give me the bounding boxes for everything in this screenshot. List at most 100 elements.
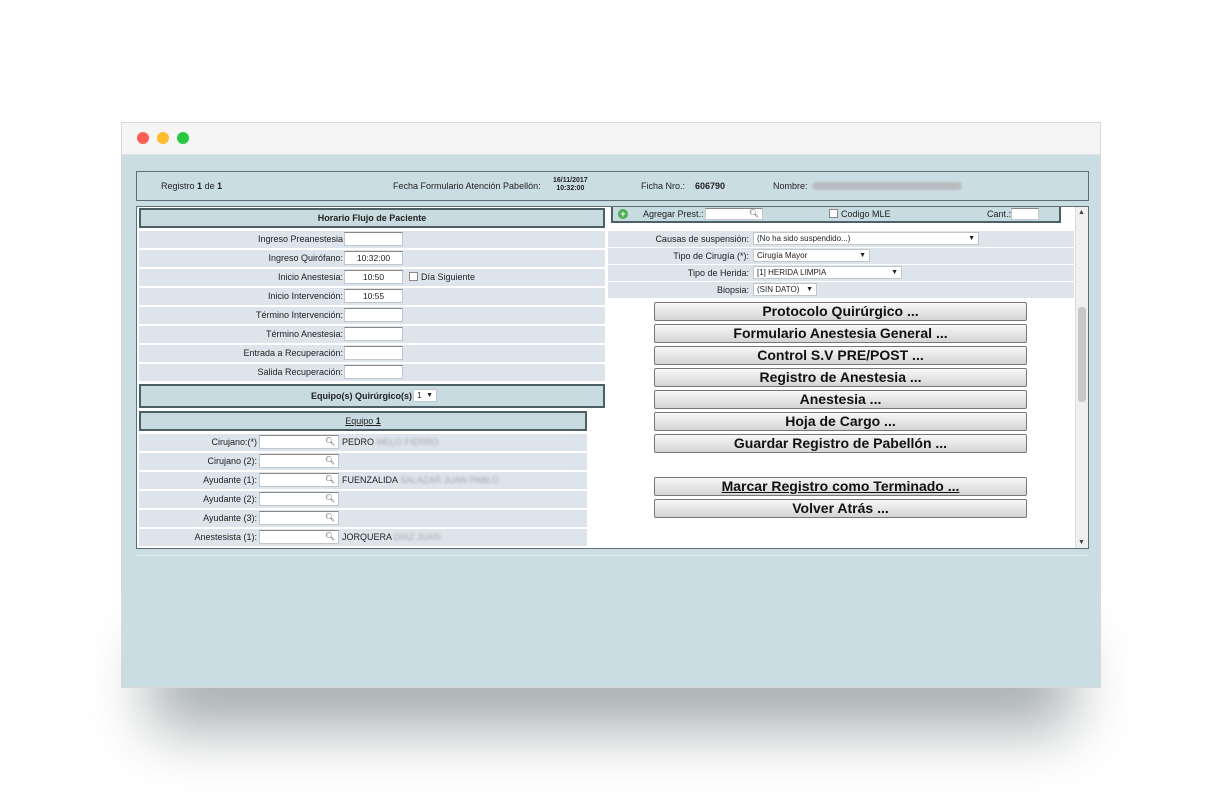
chevron-down-icon: ▼ <box>859 252 866 259</box>
ayudante-2-label: Ayudante (2): <box>203 494 257 504</box>
tipo-cirugia-label: Tipo de Cirugía (*): <box>673 251 749 261</box>
biopsia-label: Biopsia: <box>716 285 749 295</box>
search-icon[interactable]: 🔍︎ <box>325 531 335 543</box>
cant-input[interactable] <box>1011 208 1039 220</box>
codigo-mle-label: Codigo MLE <box>841 209 891 219</box>
ayudante-2-input[interactable]: 🔍︎ <box>259 492 339 506</box>
vertical-scrollbar[interactable]: ▲ ▼ <box>1075 207 1088 548</box>
equipos-select[interactable]: 1 ▼ <box>413 389 437 402</box>
ingreso-quirofano-input[interactable]: 10:32:00 <box>344 251 403 265</box>
fecha-label: Fecha Formulario Atención Pabellón: <box>393 181 541 191</box>
horario-row-termino-anestesia: Término Anestesia: <box>139 326 605 343</box>
salida-recuperacion-input[interactable] <box>344 365 403 379</box>
inicio-anestesia-label: Inicio Anestesia: <box>277 272 343 282</box>
horario-header: Horario Flujo de Paciente <box>139 208 605 228</box>
scroll-up-icon[interactable]: ▲ <box>1078 209 1085 216</box>
add-prest-icon[interactable]: + <box>618 209 628 219</box>
equipo-header: Equipo 1 <box>139 411 587 431</box>
search-icon[interactable]: 🔍︎ <box>325 436 335 448</box>
team-row-ayudante-1: Ayudante (1): 🔍︎ FUENZALIDA SALAZAR JUAN… <box>139 472 587 489</box>
guardar-registro-button[interactable]: Guardar Registro de Pabellón ... <box>654 434 1027 453</box>
minimize-window-button[interactable] <box>157 132 169 144</box>
inicio-intervencion-input[interactable]: 10:55 <box>344 289 403 303</box>
equipos-label: Equipo(s) Quirúrgico(s) <box>311 391 412 401</box>
team-row-anestesista-1: Anestesista (1): 🔍︎ JORQUERA DIAZ JUAN <box>139 529 587 546</box>
horario-row-inicio-anestesia: Inicio Anestesia: 10:50 Día Siguiente <box>139 269 605 286</box>
tipo-cirugia-select[interactable]: Cirugía Mayor ▼ <box>753 249 870 262</box>
ingreso-quirofano-label: Ingreso Quirófano: <box>268 253 343 263</box>
record-header: Registro 1 de 1 Fecha Formulario Atenció… <box>136 171 1089 201</box>
scroll-down-icon[interactable]: ▼ <box>1078 539 1085 546</box>
ficha-value: 606790 <box>695 181 726 191</box>
marcar-terminado-button[interactable]: Marcar Registro como Terminado ... <box>654 477 1027 496</box>
cirujano-label: Cirujano:(*) <box>211 437 257 447</box>
chevron-down-icon: ▼ <box>426 392 433 399</box>
right-column: + Agregar Prest.: 🔍︎ Codigo MLE Cant.: C… <box>607 207 1077 548</box>
cirujano-2-input[interactable]: 🔍︎ <box>259 454 339 468</box>
entrada-recuperacion-input[interactable] <box>344 346 403 360</box>
inicio-anestesia-input[interactable]: 10:50 <box>344 270 403 284</box>
codigo-mle-checkbox[interactable] <box>829 209 838 218</box>
search-icon[interactable]: 🔍︎ <box>325 455 335 467</box>
agregar-prest-input[interactable]: 🔍︎ <box>705 208 763 220</box>
biopsia-row: Biopsia: (SIN DATO) ▼ <box>608 282 1074 298</box>
formulario-anestesia-general-button[interactable]: Formulario Anestesia General ... <box>654 324 1027 343</box>
cirujano-name: PEDRO MELO FIERRO <box>342 437 439 447</box>
causas-suspension-value: (No ha sido suspendido...) <box>757 234 851 243</box>
agregar-prest-label: Agregar Prest.: <box>643 209 704 219</box>
causas-suspension-label: Causas de suspensión: <box>655 234 749 244</box>
left-column: Horario Flujo de Paciente Ingreso Preane… <box>137 207 607 548</box>
search-icon[interactable]: 🔍︎ <box>749 208 759 220</box>
anestesista-1-name: JORQUERA DIAZ JUAN <box>342 532 441 542</box>
biopsia-select[interactable]: (SIN DATO) ▼ <box>753 283 817 296</box>
team-row-cirujano: Cirujano:(*) 🔍︎ PEDRO MELO FIERRO <box>139 434 587 451</box>
causas-suspension-row: Causas de suspensión: (No ha sido suspen… <box>608 231 1074 247</box>
anestesia-button[interactable]: Anestesia ... <box>654 390 1027 409</box>
causas-suspension-select[interactable]: (No ha sido suspendido...) ▼ <box>753 232 979 245</box>
search-icon[interactable]: 🔍︎ <box>325 474 335 486</box>
biopsia-value: (SIN DATO) <box>757 285 800 294</box>
inicio-intervencion-label: Inicio Intervención: <box>267 291 343 301</box>
fecha-date: 16/11/2017 <box>553 177 588 184</box>
registro-anestesia-button[interactable]: Registro de Anestesia ... <box>654 368 1027 387</box>
ayudante-3-input[interactable]: 🔍︎ <box>259 511 339 525</box>
registro-label: Registro <box>161 181 195 191</box>
anestesista-1-name-redacted: DIAZ JUAN <box>394 532 441 542</box>
ingreso-preanestesia-label: Ingreso Preanestesia <box>257 234 343 244</box>
anestesista-1-input[interactable]: 🔍︎ <box>259 530 339 544</box>
dia-siguiente-checkbox[interactable] <box>409 272 418 281</box>
hoja-cargo-button[interactable]: Hoja de Cargo ... <box>654 412 1027 431</box>
registro-de: de <box>204 181 215 191</box>
tipo-cirugia-value: Cirugía Mayor <box>757 251 808 260</box>
registro-info: Registro 1 de 1 <box>161 181 222 191</box>
cirujano-name-visible: PEDRO <box>342 437 375 447</box>
scrollbar-thumb[interactable] <box>1078 307 1086 402</box>
ingreso-preanestesia-input[interactable] <box>344 232 403 246</box>
chevron-down-icon: ▼ <box>968 235 975 242</box>
horario-row-ingreso-quirofano: Ingreso Quirófano: 10:32:00 <box>139 250 605 267</box>
anestesista-1-label: Anestesista (1): <box>194 532 257 542</box>
horario-row-ingreso-preanestesia: Ingreso Preanestesia <box>139 231 605 248</box>
termino-anestesia-label: Término Anestesia: <box>265 329 343 339</box>
control-sv-button[interactable]: Control S.V PRE/POST ... <box>654 346 1027 365</box>
tipo-herida-select[interactable]: [1] HERIDA LIMPIA ▼ <box>753 266 902 279</box>
prestaciones-bar: + Agregar Prest.: 🔍︎ Codigo MLE Cant.: <box>611 207 1061 223</box>
horario-row-inicio-intervencion: Inicio Intervención: 10:55 <box>139 288 605 305</box>
volver-atras-button[interactable]: Volver Atrás ... <box>654 499 1027 518</box>
entrada-recuperacion-label: Entrada a Recuperación: <box>243 348 343 358</box>
search-icon[interactable]: 🔍︎ <box>325 493 335 505</box>
equipos-header: Equipo(s) Quirúrgico(s) 1 ▼ <box>139 384 605 408</box>
dia-siguiente-label: Día Siguiente <box>421 272 476 282</box>
maximize-window-button[interactable] <box>177 132 189 144</box>
team-row-ayudante-2: Ayudante (2): 🔍︎ <box>139 491 587 508</box>
horario-row-termino-intervencion: Término Intervención: <box>139 307 605 324</box>
nombre-value-redacted <box>812 182 962 190</box>
ayudante-1-input[interactable]: 🔍︎ <box>259 473 339 487</box>
cirujano-input[interactable]: 🔍︎ <box>259 435 339 449</box>
termino-intervencion-input[interactable] <box>344 308 403 322</box>
search-icon[interactable]: 🔍︎ <box>325 512 335 524</box>
cirujano-2-label: Cirujano (2): <box>207 456 257 466</box>
protocolo-quirurgico-button[interactable]: Protocolo Quirúrgico ... <box>654 302 1027 321</box>
termino-anestesia-input[interactable] <box>344 327 403 341</box>
close-window-button[interactable] <box>137 132 149 144</box>
